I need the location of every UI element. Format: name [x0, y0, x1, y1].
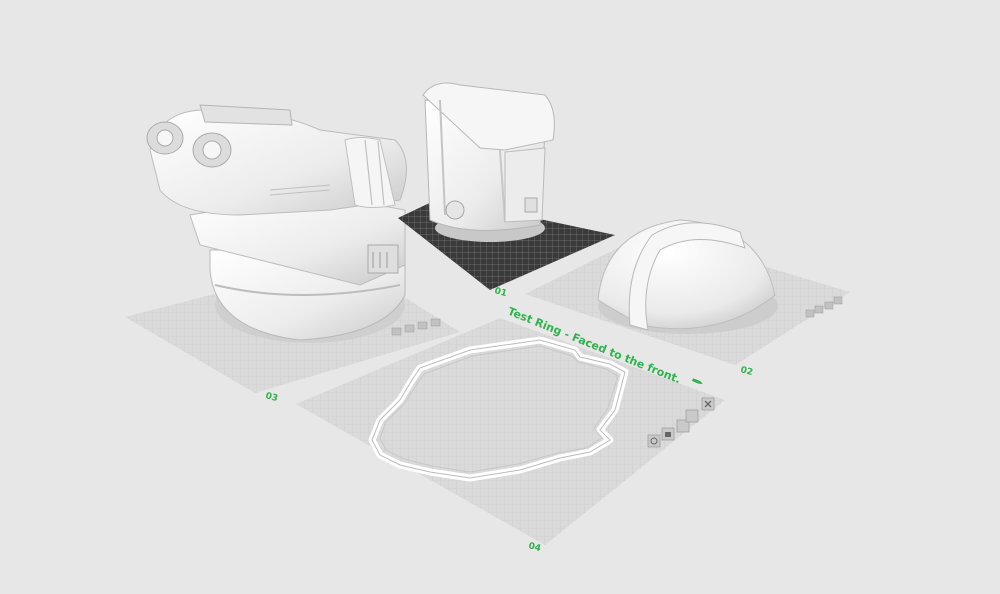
- orient-icon[interactable]: [814, 305, 824, 314]
- plate-number-04: 04: [527, 541, 542, 554]
- slice-icon[interactable]: [417, 321, 428, 330]
- orient-icon[interactable]: [404, 324, 415, 333]
- settings-icon[interactable]: [647, 434, 661, 448]
- settings-icon[interactable]: [833, 296, 843, 305]
- plate-number-01: 01: [493, 286, 508, 299]
- auto-arrange-icon[interactable]: [685, 409, 699, 423]
- build-plates-viewport[interactable]: 03 01 02 04 Test Ring - Faced to the fro…: [0, 0, 1000, 594]
- chest-armor-model[interactable]: [422, 82, 555, 242]
- plate-number-03: 03: [264, 391, 279, 404]
- settings-icon[interactable]: [430, 318, 441, 327]
- auto-arrange-icon[interactable]: [824, 301, 834, 310]
- slice-icon[interactable]: [805, 309, 815, 318]
- dome-model[interactable]: [597, 219, 778, 334]
- auto-arrange-icon[interactable]: [391, 327, 402, 336]
- plate-number-02: 02: [739, 365, 754, 378]
- pencil-icon[interactable]: [692, 378, 703, 385]
